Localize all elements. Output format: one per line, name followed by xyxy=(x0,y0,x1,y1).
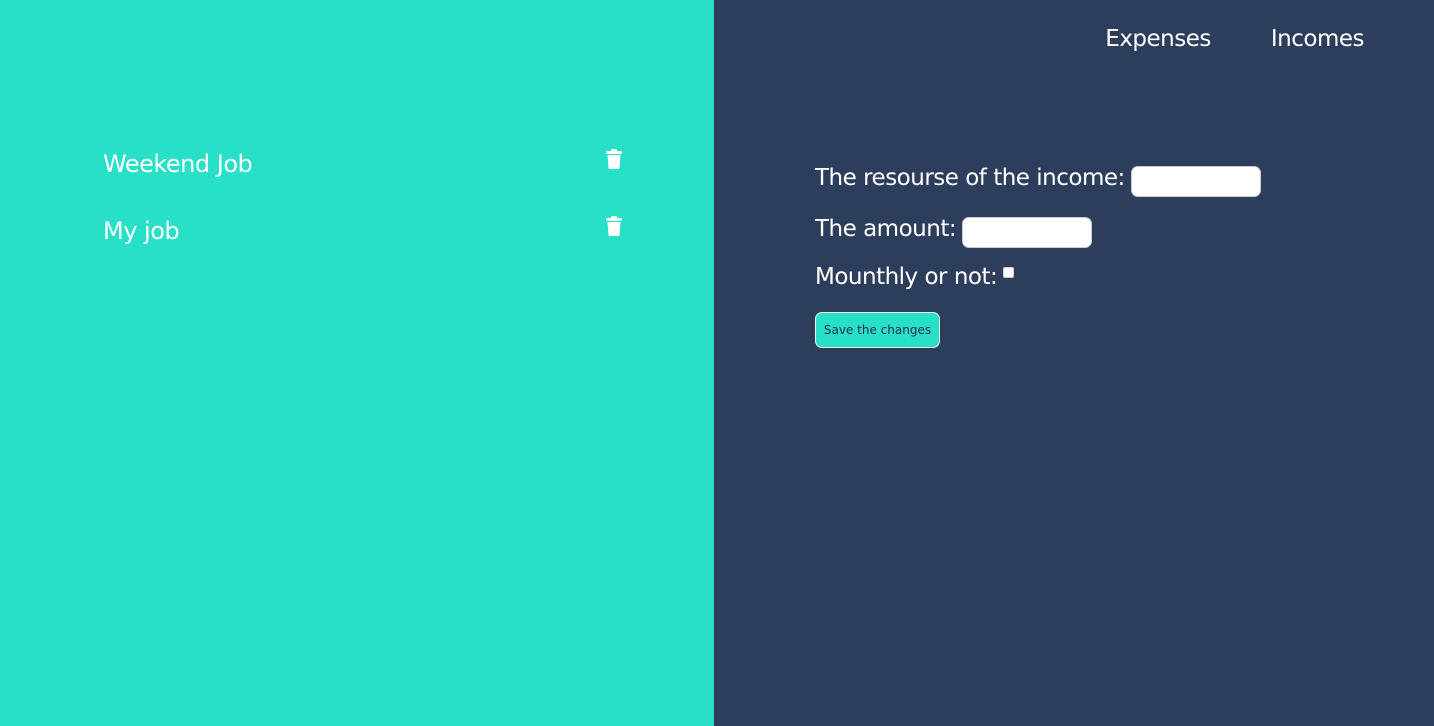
source-input[interactable] xyxy=(1130,166,1261,197)
income-form: The resourse of the income: The amount: … xyxy=(815,152,1375,372)
amount-label: The amount: xyxy=(815,215,957,242)
save-changes-button[interactable]: Save the changes xyxy=(815,312,940,348)
monthly-row: Mounthly or not: xyxy=(815,264,1015,290)
source-row: The resourse of the income: xyxy=(815,158,1261,197)
list-item[interactable]: Weekend Job xyxy=(103,147,633,214)
app-root: Weekend Job My job Expenses Incomes The … xyxy=(0,0,1434,726)
nav-expenses-link[interactable]: Expenses xyxy=(1105,26,1211,52)
monthly-checkbox[interactable] xyxy=(1003,266,1015,278)
amount-input[interactable] xyxy=(962,217,1093,248)
income-item-label: My job xyxy=(103,217,180,245)
nav-incomes-link[interactable]: Incomes xyxy=(1271,26,1365,52)
list-item[interactable]: My job xyxy=(103,214,633,281)
trash-icon[interactable] xyxy=(605,216,623,236)
amount-row: The amount: xyxy=(815,209,1093,248)
income-list-panel: Weekend Job My job xyxy=(0,0,714,726)
income-list: Weekend Job My job xyxy=(103,147,633,281)
top-nav: Expenses Incomes xyxy=(1045,26,1364,52)
monthly-label: Mounthly or not: xyxy=(815,264,998,290)
income-item-label: Weekend Job xyxy=(103,150,253,178)
trash-icon[interactable] xyxy=(605,149,623,169)
form-body: The resourse of the income: The amount: … xyxy=(815,152,1375,372)
source-label: The resourse of the income: xyxy=(815,164,1125,191)
